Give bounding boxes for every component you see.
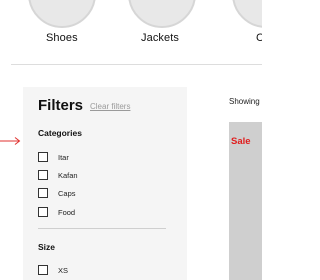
- page: Shoes Jackets C Filters Clear filters Ca…: [0, 0, 262, 280]
- checkbox[interactable]: [38, 207, 48, 217]
- filter-option-label: Itar: [58, 152, 69, 162]
- filter-option-xs[interactable]: XS: [38, 264, 68, 276]
- category-label-jackets[interactable]: Jackets: [141, 32, 179, 44]
- filters-divider: [38, 228, 166, 229]
- filter-option-caps[interactable]: Caps: [38, 187, 76, 199]
- categories-section-title: Categories: [38, 128, 82, 138]
- section-divider: [11, 64, 262, 65]
- arrow-right-icon: [0, 137, 21, 145]
- category-label-c[interactable]: C: [256, 32, 262, 44]
- category-image-shoes[interactable]: [28, 0, 96, 28]
- checkbox[interactable]: [38, 188, 48, 198]
- filter-option-food[interactable]: Food: [38, 206, 75, 218]
- results-count-text: Showing: [229, 97, 260, 106]
- filters-title: Filters: [38, 97, 84, 114]
- checkbox[interactable]: [38, 152, 48, 162]
- category-image-c[interactable]: [232, 0, 262, 28]
- clear-filters-link[interactable]: Clear filters: [90, 102, 130, 111]
- filter-option-itar[interactable]: Itar: [38, 151, 69, 163]
- size-section-title: Size: [38, 242, 56, 252]
- filter-option-label: XS: [58, 265, 69, 275]
- filter-option-kafan[interactable]: Kafan: [38, 169, 78, 181]
- filter-option-label: Caps: [58, 188, 76, 198]
- checkbox[interactable]: [38, 170, 48, 180]
- sale-badge: Sale: [231, 136, 251, 147]
- category-label-shoes[interactable]: Shoes: [46, 32, 78, 44]
- filter-option-label: Kafan: [58, 170, 78, 180]
- filter-option-label: Food: [58, 207, 76, 217]
- filters-panel: Filters Clear filters Categories Itar Ka…: [23, 87, 187, 280]
- checkbox[interactable]: [38, 265, 48, 275]
- category-image-jackets[interactable]: [128, 0, 196, 28]
